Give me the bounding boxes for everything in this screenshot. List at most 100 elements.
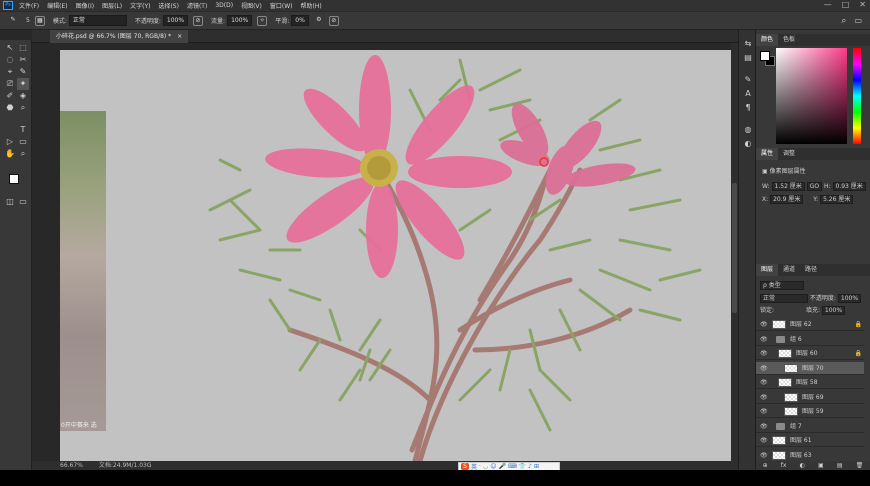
smoothing-field[interactable]: 0% [291, 15, 309, 26]
fx-icon[interactable]: fx [781, 461, 787, 470]
y-field[interactable]: 5.26 厘米 [820, 195, 854, 204]
magic-wand-tool-icon[interactable]: ✂ [17, 54, 29, 66]
zoom-tool-icon[interactable]: ⌕ [17, 148, 29, 160]
layer-row[interactable]: 👁 组 6 [756, 333, 864, 346]
minimize-button[interactable]: — [824, 0, 832, 9]
marquee-tool-icon[interactable]: ⬚ [17, 42, 29, 54]
mode-select[interactable]: 正常 [68, 15, 127, 26]
healing-tool-icon[interactable]: ⎚ [4, 78, 16, 90]
ime-skin-icon[interactable]: 👕 [519, 463, 526, 470]
layer-row[interactable]: 👁 图层 58 [756, 376, 864, 389]
history-brush-icon[interactable]: ◈ [17, 90, 29, 102]
visibility-eye-icon[interactable]: 👁 [760, 434, 768, 447]
blur-tool-icon[interactable]: ⌕ [17, 102, 29, 114]
menu-item-3d[interactable]: 3D(D) [215, 2, 233, 9]
mask-icon[interactable]: ▣ [818, 461, 824, 470]
opacity-field[interactable]: 100% [162, 15, 189, 26]
adjustment-layer-icon[interactable]: ◐ [800, 461, 805, 470]
height-field[interactable]: 0.93 厘米 [832, 182, 866, 191]
brush-panel-icon[interactable]: ✎ [742, 74, 754, 86]
brush-size-value[interactable]: 5 [26, 17, 30, 24]
type-tool-icon[interactable]: T [17, 124, 29, 136]
ime-half[interactable]: ◡ [483, 463, 488, 470]
brush-settings-icon[interactable]: ▦ [34, 15, 45, 26]
visibility-eye-icon[interactable]: 👁 [760, 449, 768, 462]
visibility-eye-icon[interactable]: 👁 [760, 333, 768, 346]
actions-icon[interactable]: ▤ [742, 52, 754, 64]
ime-voice-icon[interactable]: 🎤 [498, 463, 505, 470]
brush-tool-icon[interactable]: ✎ [8, 16, 18, 26]
ime-music-icon[interactable]: ♪ [528, 463, 532, 470]
layer-opacity-field[interactable]: 100% [837, 294, 862, 303]
libraries-icon[interactable]: ◍ [742, 124, 754, 136]
visibility-eye-icon[interactable]: 👁 [760, 318, 768, 331]
lasso-tool-icon[interactable]: ◌ [4, 54, 16, 66]
ime-grid-icon[interactable]: ⊞ [534, 463, 539, 470]
menu-item-type[interactable]: 文字(Y) [130, 1, 150, 10]
paragraph-icon[interactable]: ¶ [742, 102, 754, 114]
gear-icon[interactable]: ⚙ [314, 16, 324, 26]
tab-swatches[interactable]: 色板 [778, 34, 800, 46]
crop-tool-icon[interactable]: ⌖ [4, 66, 16, 78]
quick-mask-icon[interactable]: ◫ [4, 196, 16, 208]
new-layer-icon[interactable]: ▤ [837, 461, 843, 470]
layer-row[interactable]: 👁 图层 69 [756, 391, 864, 404]
eyedropper-tool-icon[interactable]: ✎ [17, 66, 29, 78]
layer-row[interactable]: 👁 图层 63 [756, 449, 864, 462]
menu-item-edit[interactable]: 编辑(E) [47, 1, 67, 10]
foreground-swatch[interactable] [9, 174, 19, 184]
hue-slider[interactable] [853, 48, 861, 144]
stamp-tool-icon[interactable]: ✐ [4, 90, 16, 102]
visibility-eye-icon[interactable]: 👁 [760, 420, 768, 433]
visibility-eye-icon[interactable]: 👁 [760, 347, 768, 360]
layer-row[interactable]: 👁 组 7 [756, 420, 864, 433]
fill-field[interactable]: 100% [821, 306, 846, 315]
trash-icon[interactable]: 🗑 [856, 461, 864, 470]
rectangle-tool-icon[interactable]: ▭ [17, 136, 29, 148]
hand-tool-icon[interactable]: ✋ [4, 148, 16, 160]
artboard[interactable] [60, 50, 731, 461]
color-picker-field[interactable] [776, 48, 847, 144]
tab-close-icon[interactable]: × [177, 30, 182, 43]
x-field[interactable]: 20.9 厘米 [770, 195, 804, 204]
link-layers-icon[interactable]: ⊕ [763, 461, 768, 470]
menu-item-help[interactable]: 帮助(H) [301, 1, 322, 10]
menu-item-image[interactable]: 图像(I) [76, 1, 94, 10]
brush-tool-icon-active[interactable]: ✦ [17, 78, 29, 90]
layer-row[interactable]: 👁 图层 60 🔒 [756, 347, 864, 360]
search-icon[interactable]: ⌕ [841, 16, 846, 26]
eraser-tool-icon[interactable]: ⬣ [4, 102, 16, 114]
menu-item-filter[interactable]: 滤镜(T) [187, 1, 207, 10]
scroll-thumb[interactable] [732, 183, 737, 313]
adjustments-icon[interactable]: ◐ [742, 138, 754, 150]
flow-field[interactable]: 100% [227, 15, 253, 26]
move-tool-icon[interactable]: ↖ [4, 42, 16, 54]
visibility-eye-icon[interactable]: 👁 [760, 405, 768, 418]
foreground-color-swatch[interactable] [760, 51, 770, 61]
path-select-icon[interactable]: ▷ [4, 136, 16, 148]
link-toggle[interactable]: GO [806, 182, 823, 191]
tab-color[interactable]: 颜色 [756, 34, 779, 46]
layer-row[interactable]: 👁 图层 62 🔒 [756, 318, 864, 331]
zoom-level[interactable]: 66.67% [60, 461, 83, 470]
layer-row[interactable]: 👁 图层 70 [756, 361, 864, 375]
layer-filter-select[interactable]: ρ 类型 [760, 281, 804, 290]
document-tab[interactable]: 小碎花.psd @ 66.7% (图层 70, RGB/8) * × [50, 30, 189, 43]
menu-item-select[interactable]: 选择(S) [158, 1, 179, 10]
maximize-button[interactable]: □ [842, 0, 850, 9]
ime-keyboard-icon[interactable]: ⌨ [508, 463, 517, 470]
history-icon[interactable]: ⇆ [742, 38, 754, 50]
menu-item-view[interactable]: 视图(V) [241, 1, 262, 10]
airbrush-icon[interactable]: ✧ [257, 15, 268, 26]
ime-emoji-icon[interactable]: ☺ [490, 463, 496, 470]
close-button[interactable]: ✕ [859, 0, 866, 9]
character-icon[interactable]: A [742, 88, 754, 100]
ime-punct[interactable]: · [479, 463, 481, 470]
pressure-size-icon[interactable]: ⊘ [328, 15, 339, 26]
menu-item-window[interactable]: 窗口(W) [270, 1, 293, 10]
width-field[interactable]: 1.52 厘米 [771, 182, 805, 191]
ime-logo[interactable]: S [461, 463, 469, 470]
menu-item-file[interactable]: 文件(F) [19, 1, 39, 10]
workspace-icon[interactable]: ▭ [854, 16, 862, 25]
blend-mode-select[interactable]: 正常 [760, 294, 808, 303]
